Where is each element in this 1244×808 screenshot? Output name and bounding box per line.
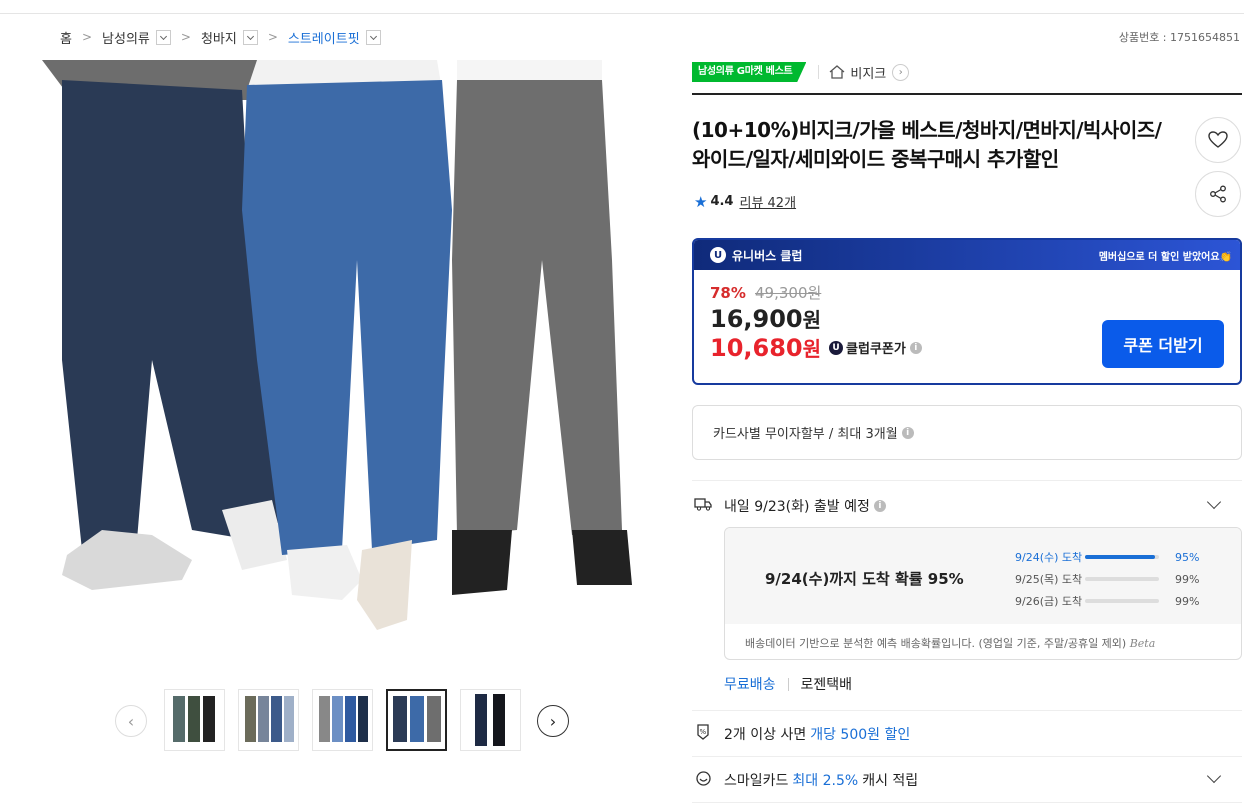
divider — [692, 480, 1242, 481]
chevron-right-icon: › — [549, 711, 557, 731]
universe-club-icon: U — [829, 340, 844, 355]
probability-summary: 9/24(수)까지 도착 확률 95% — [765, 570, 964, 588]
info-icon[interactable]: i — [901, 426, 914, 439]
breadcrumb-cat2[interactable]: 청바지 — [201, 28, 237, 47]
multi-buy-promo: % 2개 이상 사면 개당 500원 할인 — [694, 724, 910, 744]
club-header: U 유니버스 클럽 멤버십으로 더 할인 받았어요👏 — [694, 240, 1240, 270]
shop-link[interactable]: 비지크 › — [818, 63, 910, 82]
divider — [787, 677, 789, 691]
divider — [692, 802, 1242, 803]
card-installment[interactable]: 카드사별 무이자할부 / 최대 3개월 i — [692, 405, 1242, 460]
breadcrumb-cat3[interactable]: 스트레이트핏 — [288, 28, 360, 47]
depart-text: 내일 9/23(화) 출발 예정 — [724, 499, 870, 515]
probability-row: 9/26(금) 도착 99% — [1015, 590, 1199, 612]
product-number: 상품번호 : 1751654851 — [1118, 31, 1240, 44]
breadcrumb: 홈 > 남성의류 > 청바지 > 스트레이트핏 — [60, 27, 381, 47]
delivery-info: 무료배송 로젠택배 — [724, 674, 852, 694]
probability-date: 9/26(금) 도착 — [1015, 595, 1083, 608]
chevron-left-icon: ‹ — [127, 711, 135, 731]
free-shipping: 무료배송 — [724, 677, 776, 693]
discount-tag-icon: % — [694, 724, 712, 744]
promo1-highlight: 개당 500원 할인 — [810, 727, 911, 743]
card-installment-text: 카드사별 무이자할부 / 최대 3개월 — [713, 427, 898, 442]
probability-percent: 99% — [1175, 594, 1200, 608]
promo2-suffix: 캐시 적립 — [862, 773, 919, 789]
delivery-probability: 9/24(수)까지 도착 확률 95% 9/24(수) 도착 95% 9/25(목)… — [724, 527, 1242, 660]
club-name: 유니버스 클럽 — [732, 248, 803, 263]
probability-bar — [1085, 555, 1159, 559]
coupon-button[interactable]: 쿠폰 더받기 — [1102, 320, 1224, 368]
club-body: 78% 49,300원 16,900원 10,680원 U 클럽쿠폰가 i 쿠폰 더… — [694, 270, 1240, 374]
promo2-highlight: 최대 2.5% — [792, 773, 859, 789]
probability-row: 9/25(목) 도착 99% — [1015, 568, 1199, 590]
breadcrumb-cat1[interactable]: 남성의류 — [102, 28, 150, 47]
divider — [692, 756, 1242, 757]
probability-percent: 99% — [1175, 572, 1200, 586]
chevron-right-icon: > — [81, 30, 93, 44]
probability-row: 9/24(수) 도착 95% — [1015, 546, 1199, 568]
top-divider — [0, 13, 1244, 14]
thumbnail[interactable] — [164, 689, 225, 751]
club-coupon-label: U 클럽쿠폰가 i — [829, 338, 922, 357]
thumbnail-selected[interactable] — [386, 689, 447, 751]
smilecard-promo[interactable]: 스마일카드 최대 2.5% 캐시 적립 — [694, 770, 918, 790]
chevron-right-icon: > — [180, 30, 191, 44]
smile-icon — [694, 770, 712, 790]
review-link[interactable]: 리뷰 42개 — [739, 192, 796, 211]
probability-date: 9/25(목) 도착 — [1015, 573, 1083, 586]
chevron-down-icon[interactable] — [1206, 771, 1222, 787]
wish-button[interactable] — [1195, 117, 1241, 163]
universe-club-icon: U — [710, 247, 726, 263]
dropdown-icon[interactable] — [155, 29, 171, 45]
rating: ★ 4.4 리뷰 42개 — [694, 192, 796, 212]
heart-icon — [1208, 131, 1228, 148]
probability-bar-fill — [1085, 555, 1156, 559]
share-icon — [1210, 185, 1226, 203]
star-icon: ★ — [694, 192, 708, 211]
prev-image-button[interactable]: ‹ — [115, 705, 147, 737]
probability-bar — [1085, 599, 1159, 603]
best-badge[interactable]: 남성의류 G마켓 베스트 — [692, 62, 807, 82]
divider — [692, 710, 1242, 711]
share-button[interactable] — [1195, 171, 1241, 217]
original-price: 49,300원 — [755, 284, 822, 302]
truck-icon — [694, 497, 712, 515]
home-icon — [829, 65, 845, 79]
shop-name: 비지크 — [850, 66, 887, 82]
club-promo[interactable]: 멤버십으로 더 할인 받았어요👏 — [1099, 248, 1232, 263]
rating-score: 4.4 — [710, 194, 734, 209]
shipping-row[interactable]: 내일 9/23(화) 출발 예정 i — [694, 496, 886, 516]
info-icon[interactable]: i — [909, 341, 922, 354]
thumbnail-list — [164, 689, 521, 751]
promo1-text: 2개 이상 사면 — [724, 727, 807, 743]
thumbnail[interactable] — [460, 689, 521, 751]
probability-percent: 95% — [1175, 550, 1200, 564]
probability-bar — [1085, 577, 1159, 581]
probability-note: 배송데이터 기반으로 분석한 예측 배송확률입니다. (영업일 기준, 주말/공… — [745, 637, 1156, 650]
chevron-down-icon[interactable] — [1206, 497, 1222, 513]
dropdown-icon[interactable] — [242, 29, 258, 45]
probability-rows: 9/24(수) 도착 95% 9/25(목) 도착 99% 9/26(금) 도착 99% — [1015, 546, 1199, 612]
discount-rate: 78% — [710, 284, 746, 302]
club-coupon-price: 10,680원 — [710, 334, 822, 362]
info-icon[interactable]: i — [873, 500, 886, 512]
promo2-text: 스마일카드 — [724, 773, 789, 789]
product-tags: 남성의류 G마켓 베스트 비지크 › — [692, 62, 910, 82]
divider — [818, 65, 820, 79]
svg-text:%: % — [700, 728, 707, 736]
thumbnail[interactable] — [238, 689, 299, 751]
breadcrumb-home[interactable]: 홈 — [60, 28, 72, 47]
chevron-right-icon: > — [267, 30, 278, 44]
club-price-box: U 유니버스 클럽 멤버십으로 더 할인 받았어요👏 78% 49,300원 16… — [692, 238, 1242, 385]
next-image-button[interactable]: › — [537, 705, 569, 737]
dropdown-icon[interactable] — [365, 29, 381, 45]
chevron-right-icon: › — [892, 63, 910, 81]
probability-date: 9/24(수) 도착 — [1015, 551, 1083, 564]
product-main-image[interactable] — [42, 60, 652, 680]
product-title: (10+10%)비지크/가을 베스트/청바지/면바지/빅사이즈/와이드/일자/세… — [692, 118, 1162, 171]
courier: 로젠택배 — [800, 677, 853, 693]
thumbnail[interactable] — [312, 689, 373, 751]
title-divider — [692, 93, 1242, 95]
